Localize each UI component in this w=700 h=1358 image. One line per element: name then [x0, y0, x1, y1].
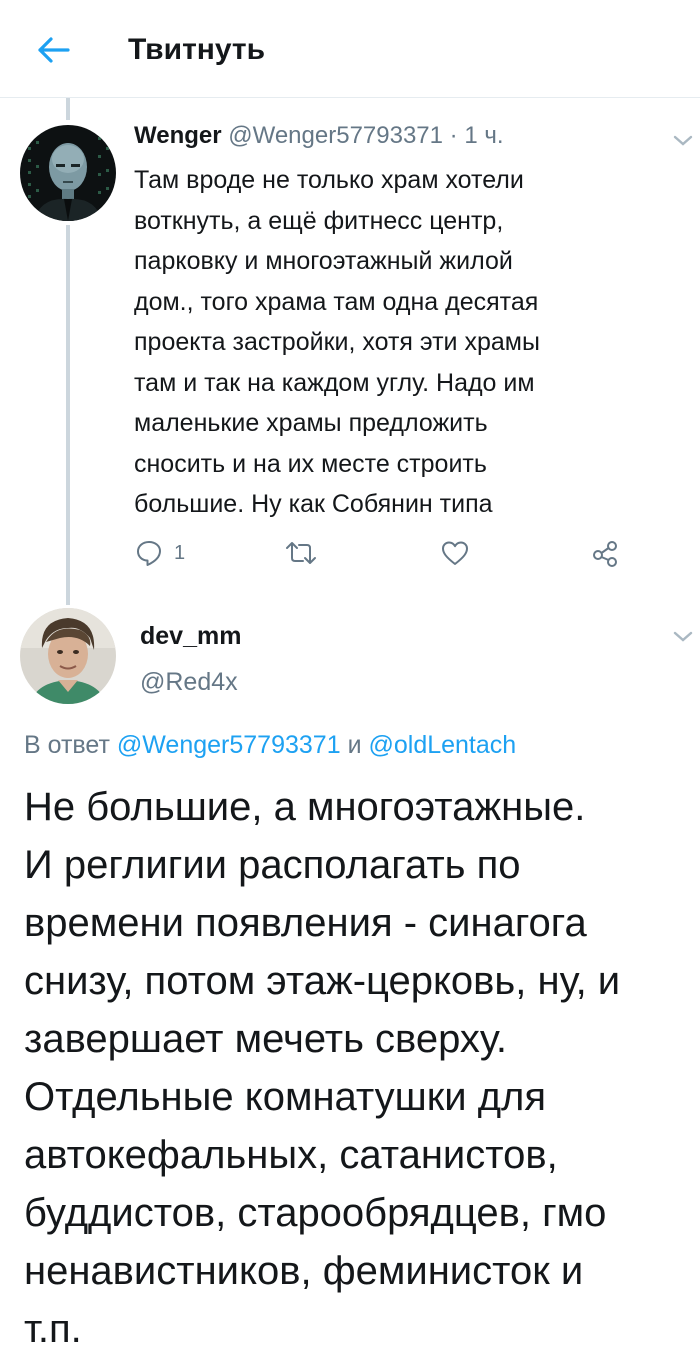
tweet2-menu-button[interactable]: [672, 630, 694, 644]
reply-and: и: [347, 731, 362, 759]
top-bar: Твитнуть: [0, 0, 700, 98]
reply-prefix: В ответ: [24, 731, 110, 759]
text-line: Не большие, а многоэтажные.: [24, 785, 586, 829]
share-button[interactable]: [590, 535, 620, 571]
tweet1-header: Wenger @Wenger57793371 · 1 ч.: [134, 120, 504, 152]
text-line: там и так на каждом углу. Надо им: [134, 368, 535, 397]
reply-mention-wenger[interactable]: @Wenger57793371: [117, 731, 341, 759]
text-line: времени появления - синагога: [24, 901, 587, 945]
text-line: парковку и многоэтажный жилой: [134, 247, 513, 275]
reply-context: В ответ @Wenger57793371 и @oldLentach: [24, 728, 516, 762]
text-line: снизу, потом этаж-церковь, ну, и: [24, 959, 621, 1003]
text-line: сносить и на их месте строить: [134, 449, 487, 478]
tweet1-separator: ·: [449, 122, 458, 149]
share-icon: [593, 541, 617, 567]
back-button[interactable]: [28, 28, 76, 72]
thread-line-connector: [66, 225, 70, 605]
tweet2-author-handle[interactable]: @Red4x: [140, 666, 238, 698]
retweet-icon: [286, 542, 316, 564]
text-line: проекта застройки, хотя эти храмы: [134, 328, 540, 356]
tweet1-author-name[interactable]: Wenger: [134, 122, 222, 149]
tweet2-text: Не большие, а многоэтажные. И реглигии р…: [24, 778, 700, 1358]
reply-button[interactable]: 1: [134, 535, 185, 571]
tweet2-author-name[interactable]: dev_mm: [140, 620, 241, 652]
chevron-down-icon: [673, 631, 693, 642]
text-line: т.п.: [24, 1307, 82, 1351]
text-line: И реглигии располагать по: [24, 843, 521, 887]
like-button[interactable]: [440, 535, 470, 571]
reply-icon: [137, 541, 161, 566]
tweet1-author-handle[interactable]: @Wenger57793371: [228, 122, 443, 149]
text-line: маленькие храмы предложить: [134, 409, 488, 437]
reply-count: 1: [174, 541, 186, 564]
text-line: буддистов, старообрядцев, гмо: [24, 1191, 607, 1235]
text-line: воткнуть, а ещё фитнесс центр,: [134, 206, 504, 235]
text-line: дом., того храма там одна десятая: [134, 287, 539, 316]
text-line: ненавистников, феминисток и: [24, 1249, 584, 1293]
text-line: завершает мечеть сверху.: [24, 1017, 507, 1061]
thread-line-top: [66, 98, 70, 120]
text-line: Там вроде не только храм хотели: [134, 166, 524, 194]
tweet1-text: Там вроде не только храм хотели воткнуть…: [134, 160, 664, 525]
avatar-dev-mm[interactable]: [20, 608, 116, 704]
heart-icon: [442, 541, 468, 565]
avatar-wenger[interactable]: [20, 125, 116, 221]
tweet1-timestamp: 1 ч.: [464, 122, 504, 149]
text-line: автокефальных, сатанистов,: [24, 1133, 558, 1177]
page-title: Твитнуть: [128, 33, 266, 66]
text-line: большие. Ну как Собянин типа: [134, 490, 493, 518]
arrow-left-icon: [38, 37, 70, 63]
text-line: Отдельные комнатушки для: [24, 1075, 547, 1119]
retweet-button[interactable]: [284, 535, 318, 571]
tweet1-menu-button[interactable]: [672, 134, 694, 148]
reply-mention-oldlentach[interactable]: @oldLentach: [368, 731, 516, 759]
chevron-down-icon: [673, 135, 693, 146]
